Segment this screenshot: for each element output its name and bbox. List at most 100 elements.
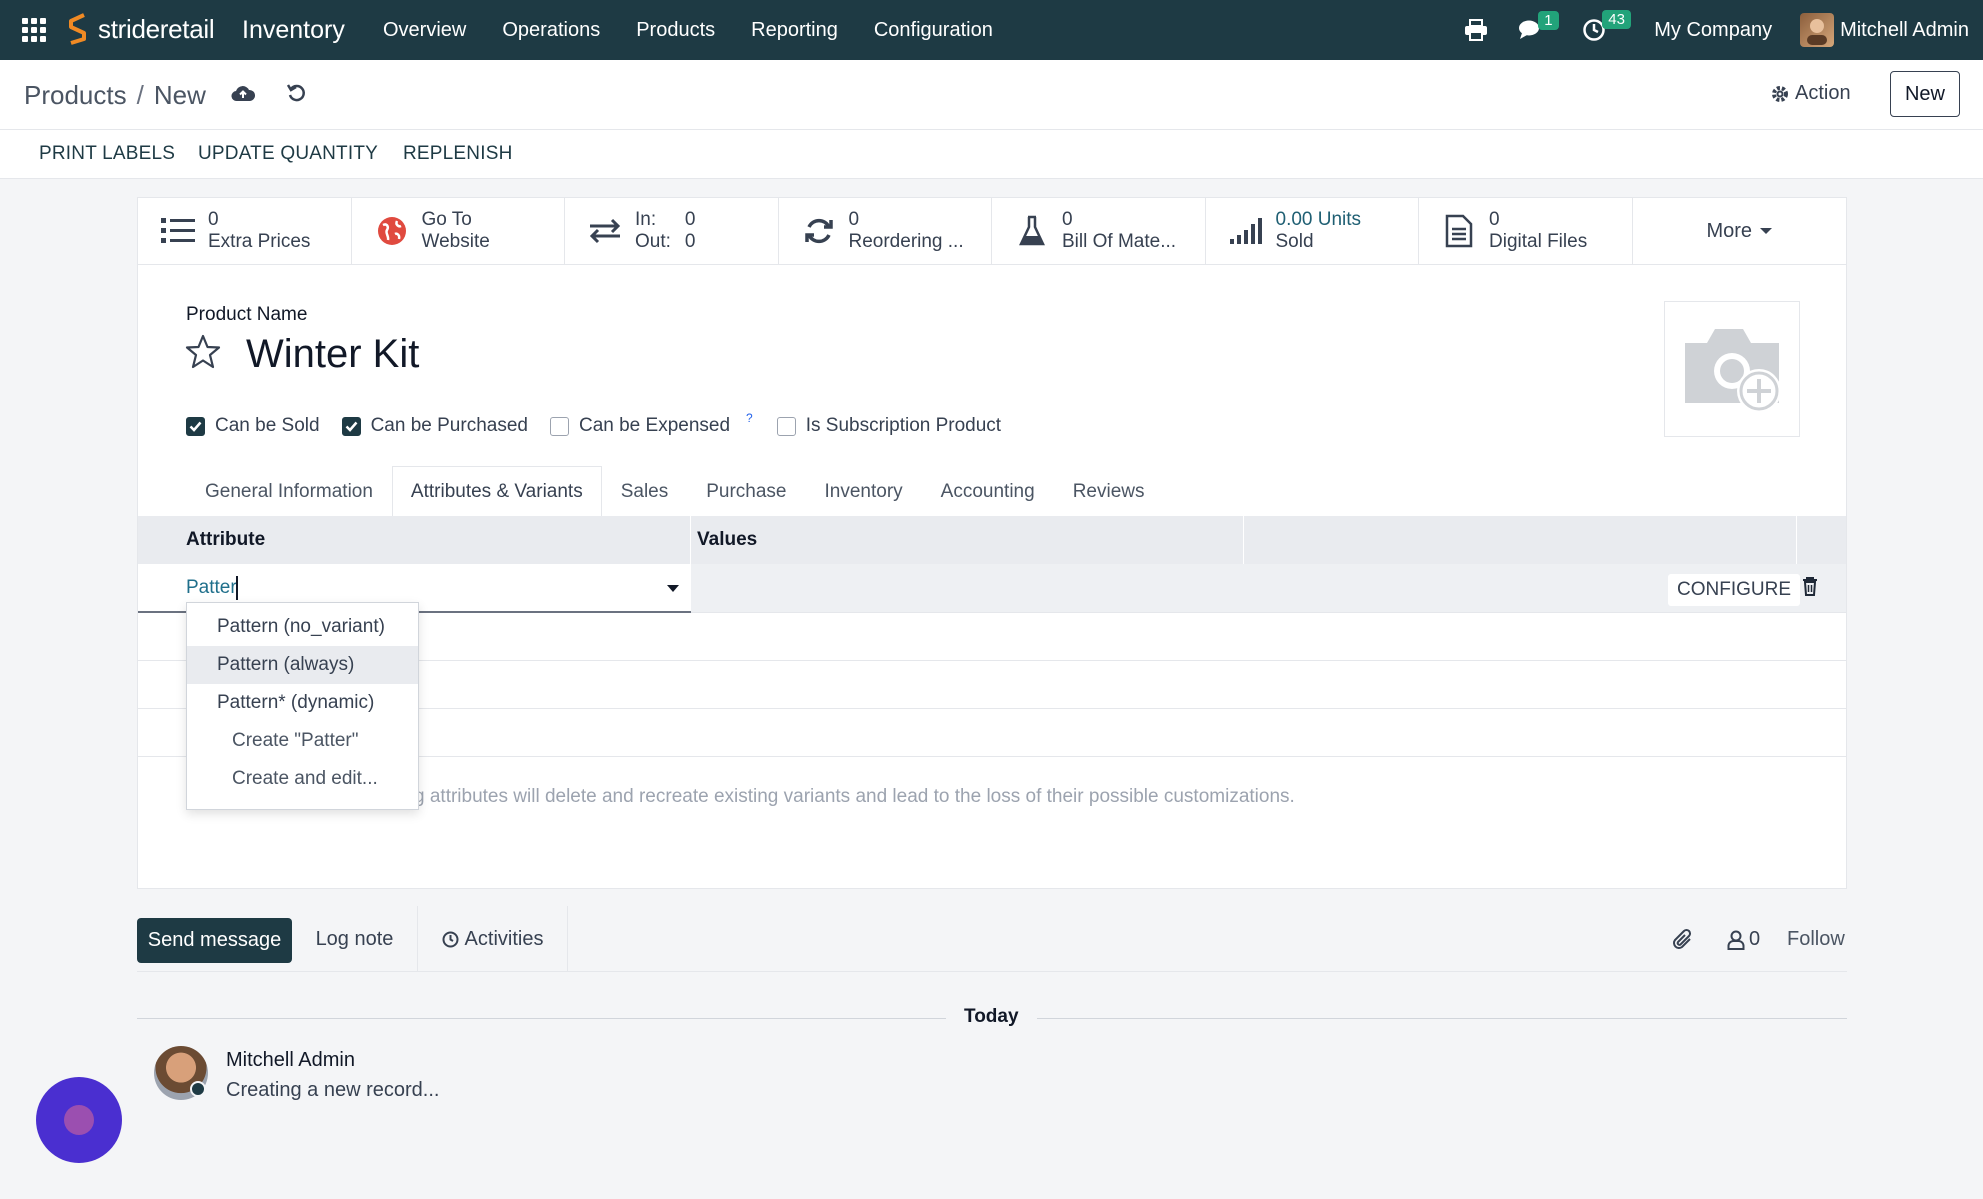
- column-values[interactable]: Values: [691, 516, 1244, 564]
- out-label: Out:: [635, 231, 671, 252]
- checkbox-empty-icon[interactable]: [776, 416, 796, 436]
- reordering-button[interactable]: 0 Reordering ...: [779, 198, 992, 264]
- print-labels-button[interactable]: PRINT LABELS: [39, 143, 175, 165]
- discard-undo-icon[interactable]: [286, 82, 308, 110]
- log-note-button[interactable]: Log note: [292, 906, 418, 972]
- breadcrumb-products[interactable]: Products: [24, 80, 127, 111]
- signal-bars-icon: [1228, 213, 1264, 249]
- option-pattern-always[interactable]: Pattern (always): [187, 646, 418, 684]
- can-be-purchased-label: Can be Purchased: [370, 415, 528, 436]
- can-be-expensed-checkbox[interactable]: Can be Expensed: [549, 415, 731, 437]
- assistant-bubble-button[interactable]: [36, 1077, 122, 1163]
- can-be-sold-checkbox[interactable]: Can be Sold: [186, 415, 320, 437]
- tab-purchase[interactable]: Purchase: [687, 466, 805, 517]
- clock-icon: [442, 931, 459, 947]
- user-avatar[interactable]: [1800, 13, 1835, 47]
- update-quantity-button[interactable]: UPDATE QUANTITY: [198, 143, 378, 165]
- column-spacer: [1244, 516, 1797, 564]
- tab-reviews[interactable]: Reviews: [1054, 466, 1164, 517]
- activities-clock-icon[interactable]: 43: [1582, 10, 1631, 42]
- is-subscription-label: Is Subscription Product: [805, 415, 1002, 436]
- extra-prices-label: Extra Prices: [208, 231, 311, 252]
- product-name-input[interactable]: Winter Kit: [246, 332, 419, 377]
- breadcrumb-current: New: [153, 80, 206, 110]
- bom-button[interactable]: 0 Bill Of Mate...: [992, 198, 1206, 264]
- chatter-topbar: Send message Log note Activities 0 Follo…: [137, 906, 1847, 972]
- menu-operations[interactable]: Operations: [502, 19, 600, 42]
- menu-configuration[interactable]: Configuration: [874, 19, 993, 42]
- create-option[interactable]: Create "Patter": [187, 722, 418, 760]
- note-visible-text: g attributes will delete and recreate ex…: [414, 786, 1295, 807]
- in-value: 0: [684, 209, 696, 230]
- create-and-edit-option[interactable]: Create and edit...: [187, 760, 418, 798]
- reordering-count: 0: [848, 209, 860, 230]
- assistant-dot-icon: [64, 1105, 94, 1135]
- is-subscription-checkbox[interactable]: Is Subscription Product: [776, 415, 1002, 437]
- menu-overview[interactable]: Overview: [383, 19, 466, 42]
- can-be-expensed-label: Can be Expensed: [578, 415, 731, 436]
- configure-button[interactable]: CONFIGURE: [1668, 574, 1800, 606]
- website-line1: Go To: [421, 209, 472, 230]
- tab-inventory[interactable]: Inventory: [806, 466, 922, 517]
- brand-mark-icon: [69, 13, 86, 45]
- checkbox-empty-icon[interactable]: [549, 416, 569, 436]
- tab-sales[interactable]: Sales: [602, 466, 688, 517]
- column-attribute[interactable]: Attribute: [138, 516, 691, 564]
- digital-files-count: 0: [1489, 209, 1500, 230]
- flask-icon: [1014, 213, 1050, 249]
- main-menu: Overview Operations Products Reporting C…: [383, 19, 993, 42]
- more-button[interactable]: More: [1633, 198, 1847, 264]
- user-menu[interactable]: Mitchell Admin: [1840, 19, 1969, 42]
- product-flags: Can be Sold Can be Purchased Can be Expe…: [186, 411, 1023, 437]
- dropdown-arrow-icon[interactable]: [667, 585, 679, 592]
- camera-plus-icon: [1685, 329, 1781, 413]
- digital-files-label: Digital Files: [1489, 231, 1588, 252]
- follow-button[interactable]: Follow: [1787, 928, 1845, 951]
- send-message-button[interactable]: Send message: [137, 918, 292, 963]
- status-bar: PRINT LABELS UPDATE QUANTITY REPLENISH: [0, 130, 1983, 179]
- save-cloud-icon[interactable]: [231, 84, 256, 108]
- extra-prices-button[interactable]: 0 Extra Prices: [138, 198, 352, 264]
- menu-products[interactable]: Products: [636, 19, 715, 42]
- product-image-upload[interactable]: [1664, 301, 1800, 437]
- menu-reporting[interactable]: Reporting: [751, 19, 838, 42]
- message-author[interactable]: Mitchell Admin: [226, 1049, 355, 1072]
- document-icon: [1441, 213, 1477, 249]
- tab-attributes-variants[interactable]: Attributes & Variants: [391, 466, 602, 517]
- action-button[interactable]: Action: [1771, 82, 1851, 105]
- checkbox-checked-icon[interactable]: [186, 416, 205, 436]
- brand-logo[interactable]: strideretail: [64, 12, 215, 46]
- paperclip-icon[interactable]: [1672, 928, 1694, 958]
- apps-menu-icon[interactable]: [22, 18, 46, 42]
- print-icon[interactable]: [1464, 19, 1488, 41]
- app-name[interactable]: Inventory: [242, 16, 345, 45]
- option-pattern-no-variant[interactable]: Pattern (no_variant): [187, 608, 418, 646]
- digital-files-button[interactable]: 0 Digital Files: [1419, 198, 1633, 264]
- control-panel: Products / New Action New: [0, 60, 1983, 130]
- can-be-purchased-checkbox[interactable]: Can be Purchased: [341, 415, 528, 437]
- attribute-autocomplete-dropdown: Pattern (no_variant) Pattern (always) Pa…: [186, 602, 419, 810]
- tab-accounting[interactable]: Accounting: [922, 466, 1054, 517]
- favorite-star-icon[interactable]: [184, 334, 222, 376]
- checkbox-checked-icon[interactable]: [341, 416, 361, 436]
- followers-button[interactable]: 0: [1727, 928, 1760, 951]
- brand-name: strideretail: [98, 13, 215, 44]
- messages-icon[interactable]: 1: [1518, 11, 1559, 41]
- in-out-button[interactable]: In: 0 Out: 0: [565, 198, 779, 264]
- replenish-button[interactable]: REPLENISH: [403, 143, 513, 165]
- new-button[interactable]: New: [1890, 71, 1960, 117]
- units-sold-button[interactable]: 0.00 Units Sold: [1206, 198, 1419, 264]
- option-pattern-dynamic[interactable]: Pattern* (dynamic): [187, 684, 418, 722]
- units-sold-value: 0.00 Units: [1275, 209, 1362, 230]
- trash-icon[interactable]: [1802, 576, 1818, 602]
- breadcrumb-separator: /: [136, 80, 144, 110]
- go-to-website-button[interactable]: Go To Website: [352, 198, 565, 264]
- activities-button[interactable]: Activities: [418, 906, 568, 972]
- can-be-sold-label: Can be Sold: [215, 415, 320, 436]
- messages-badge: 1: [1538, 11, 1559, 30]
- tab-general-information[interactable]: General Information: [186, 466, 392, 517]
- extra-prices-count: 0: [208, 209, 219, 230]
- breadcrumb: Products / New: [24, 80, 206, 111]
- company-switcher[interactable]: My Company: [1654, 19, 1772, 42]
- help-tooltip-icon[interactable]: ?: [746, 411, 753, 425]
